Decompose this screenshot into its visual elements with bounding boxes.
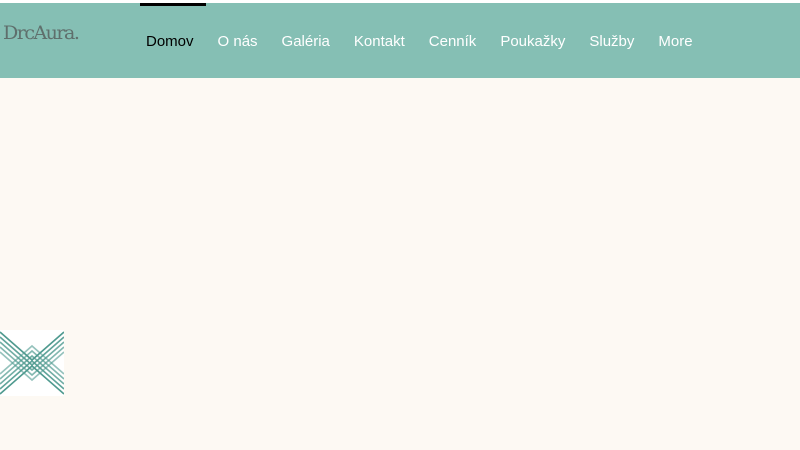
nav-item-kontakt[interactable]: Kontakt [342,3,417,78]
nav-item-label: Poukažky [500,33,566,50]
page: DrcAura. Domov O nás Galéria Kontakt Cen… [0,0,800,450]
nav-item-label: Domov [146,33,194,50]
nav-item-label: Služby [589,33,635,50]
nav-item-o-nas[interactable]: O nás [206,3,270,78]
site-logo[interactable]: DrcAura. [3,21,80,45]
nav-item-label: Cenník [428,33,477,50]
site-header: DrcAura. Domov O nás Galéria Kontakt Cen… [0,3,800,78]
nav-item-sluzby[interactable]: Služby [577,3,646,78]
nav-item-poukazky[interactable]: Poukažky [488,3,577,78]
nav-item-cennik[interactable]: Cenník [417,3,489,78]
nav-item-label: O nás [217,33,258,50]
nav-item-domov[interactable]: Domov [134,3,206,78]
nav-item-more[interactable]: More [646,3,704,78]
chevron-pattern-icon [0,330,64,396]
nav-item-galeria[interactable]: Galéria [270,3,342,78]
main-navigation: Domov O nás Galéria Kontakt Cenník Pouka… [134,3,705,78]
nav-item-label: More [658,33,693,50]
nav-item-label: Galéria [281,33,330,50]
nav-item-label: Kontakt [353,33,405,50]
